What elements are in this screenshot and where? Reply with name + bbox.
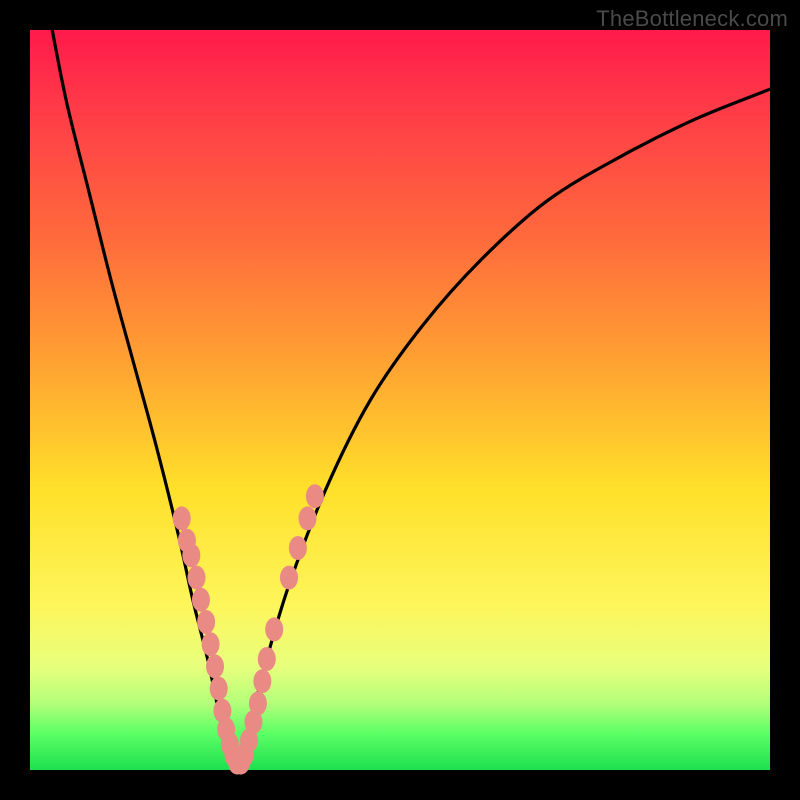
watermark-text: TheBottleneck.com [596, 6, 788, 32]
highlight-dot [265, 617, 283, 641]
curve-group [52, 30, 770, 770]
highlight-dot [299, 506, 317, 530]
bottleneck-curve [52, 30, 770, 770]
chart-plot-area [30, 30, 770, 770]
highlight-dot [182, 543, 200, 567]
highlight-dot [197, 610, 215, 634]
highlight-dot [206, 654, 224, 678]
highlight-dot [210, 677, 228, 701]
highlight-dot [289, 536, 307, 560]
highlight-dot [306, 484, 324, 508]
highlight-dot [253, 669, 271, 693]
chart-svg [30, 30, 770, 770]
highlight-dot [280, 566, 298, 590]
highlight-dots [173, 484, 324, 774]
highlight-dot [188, 566, 206, 590]
highlight-dot [202, 632, 220, 656]
highlight-dot [258, 647, 276, 671]
highlight-dot [192, 588, 210, 612]
chart-frame: TheBottleneck.com [0, 0, 800, 800]
highlight-dot [249, 691, 267, 715]
highlight-dot [173, 506, 191, 530]
